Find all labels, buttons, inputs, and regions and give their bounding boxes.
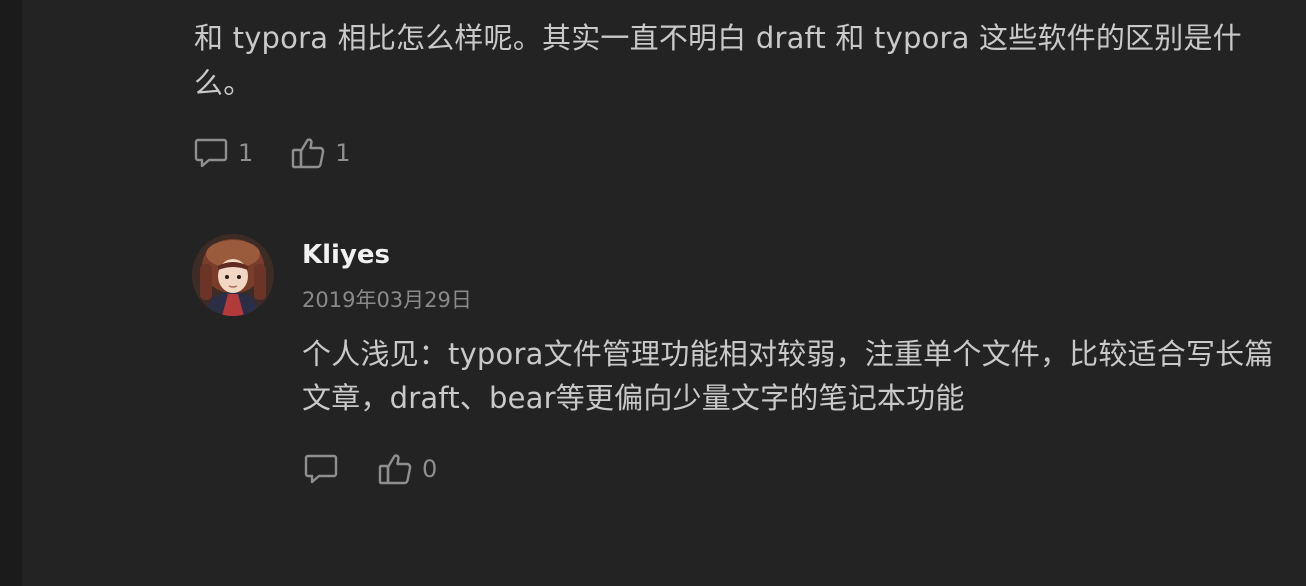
avatar[interactable] <box>192 234 274 316</box>
parent-comment-actions: 1 1 <box>194 136 351 170</box>
reply-button[interactable] <box>304 453 338 485</box>
parent-comment-text: 和 typora 相比怎么样呢。其实一直不明白 draft 和 typora 这… <box>194 21 1242 100</box>
comments-panel: 和 typora 相比怎么样呢。其实一直不明白 draft 和 typora 这… <box>22 0 1306 586</box>
thumbs-up-icon <box>291 136 325 170</box>
comment-bubble-icon <box>304 453 338 485</box>
reply-author-name[interactable]: Kliyes <box>302 240 390 270</box>
reply-text: 个人浅见：typora文件管理功能相对较弱，注重单个文件，比较适合写长篇文章，d… <box>302 337 1274 415</box>
like-count: 1 <box>335 139 351 167</box>
left-rail <box>0 0 22 586</box>
like-button[interactable]: 1 <box>291 136 351 170</box>
like-count: 0 <box>422 455 438 483</box>
comment-bubble-icon <box>194 137 228 169</box>
reply-count: 1 <box>238 139 254 167</box>
like-button[interactable]: 0 <box>378 452 437 486</box>
reply-button[interactable]: 1 <box>194 137 253 169</box>
reply-comment-actions: 0 <box>304 452 437 486</box>
thumbs-up-icon <box>378 452 412 486</box>
reply-date: 2019年03月29日 <box>302 288 472 312</box>
